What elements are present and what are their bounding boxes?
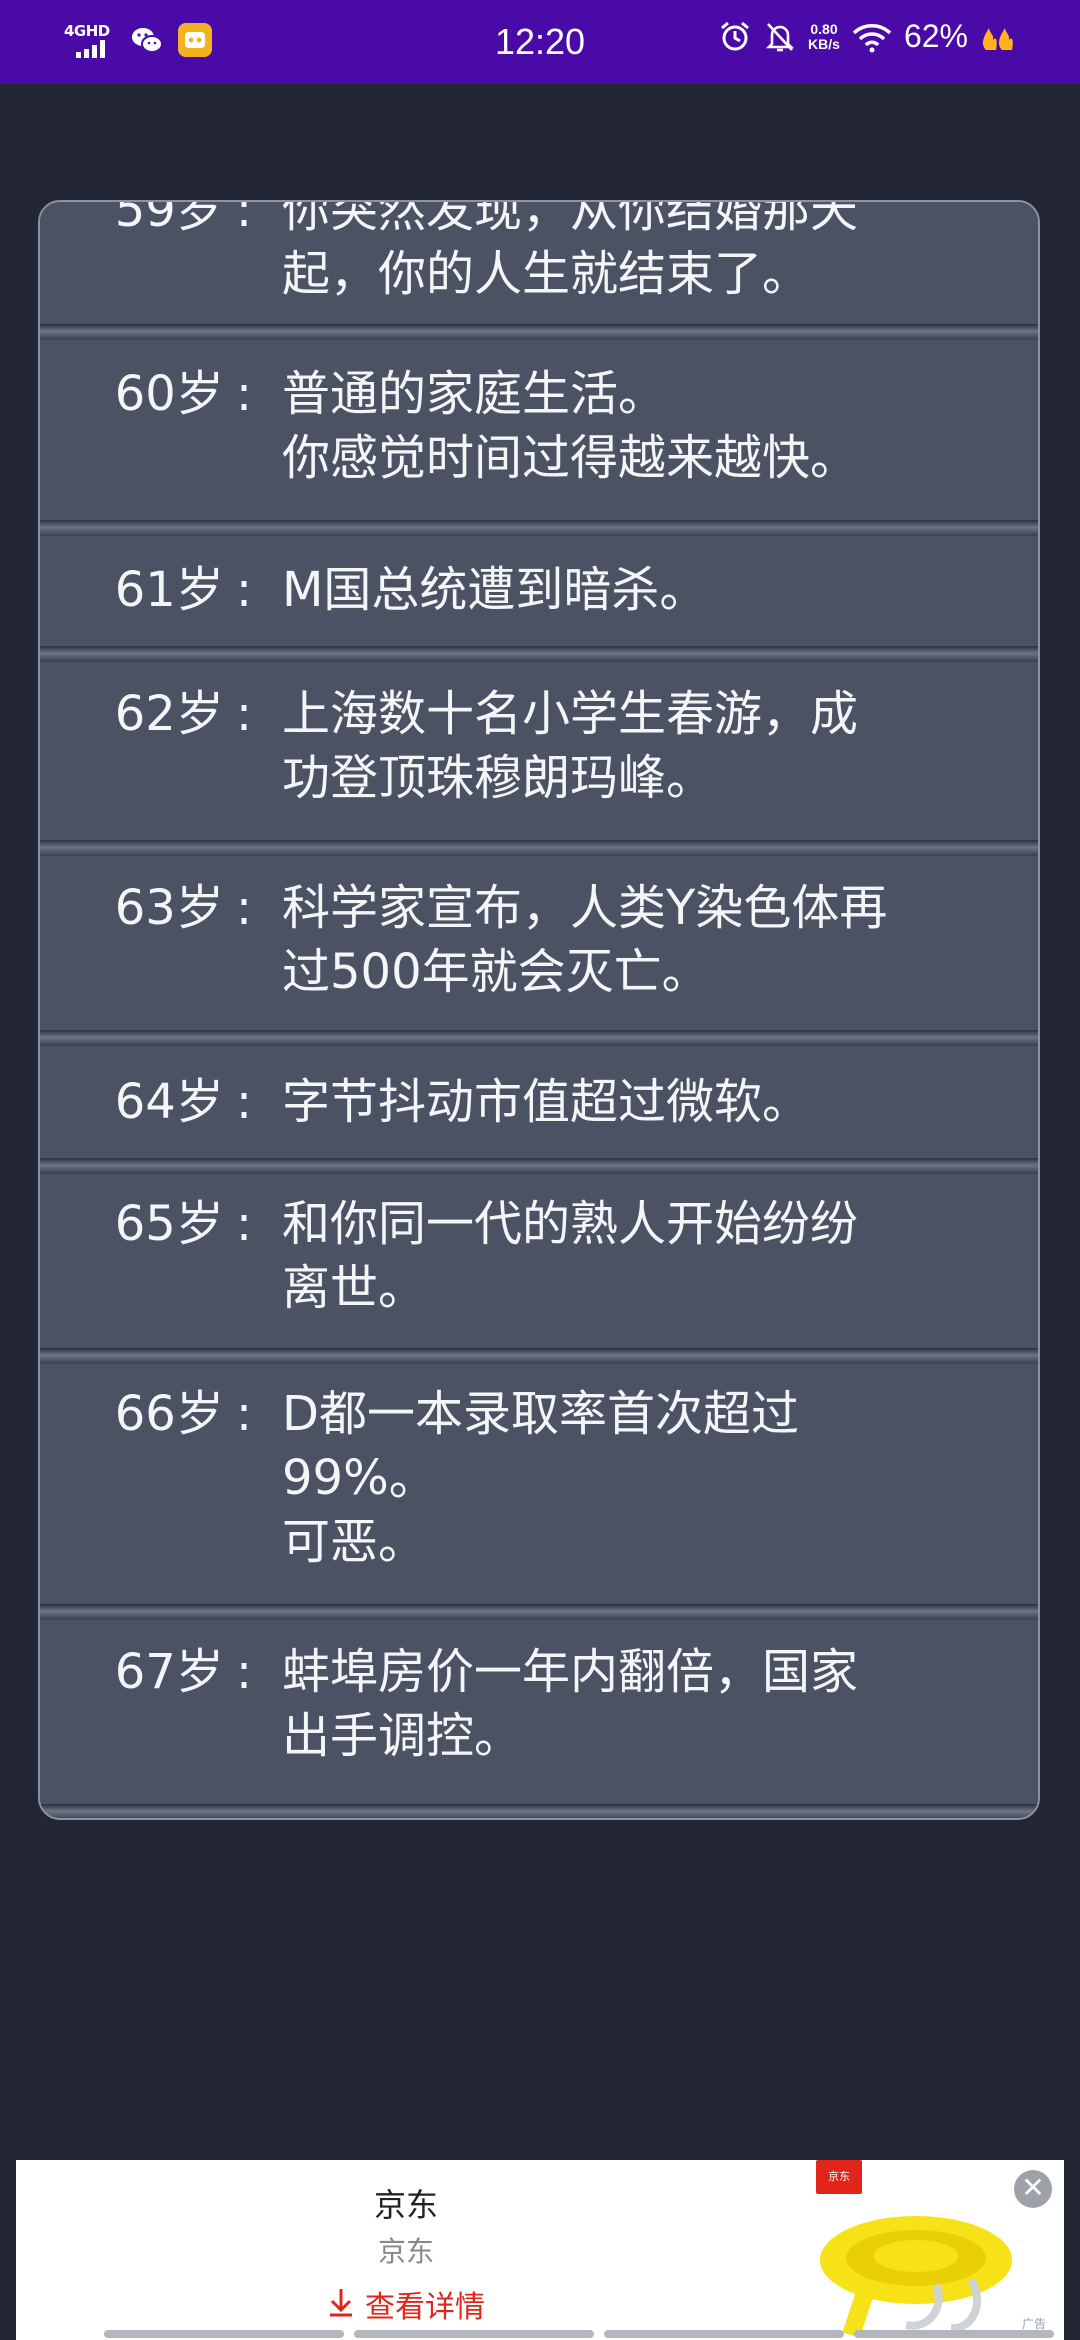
- flame-icon: [982, 27, 1013, 50]
- silent-mode-icon: [765, 22, 795, 51]
- ad-subtitle: 京东: [377, 2235, 434, 2268]
- entry-age-colon: :: [235, 200, 252, 238]
- entry-age: 65岁:: [40, 1192, 252, 1256]
- ad-close-button[interactable]: ✕: [1014, 2170, 1052, 2208]
- entry-age-label: 60岁: [114, 366, 224, 422]
- indicator-segment: [104, 2330, 344, 2338]
- speed-value: 0.80: [810, 20, 838, 37]
- indicator-segment: [354, 2330, 594, 2338]
- entry-text: 普通的家庭生活。 你感觉时间过得越来越快。: [282, 366, 859, 486]
- timeline-entry: 67岁: 蚌埠房价一年内翻倍，国家 出手调控。: [40, 1620, 1038, 1818]
- timeline-entry: 64岁: 字节抖动市值超过微软。: [40, 1046, 1038, 1174]
- entry-age-colon: :: [235, 1644, 252, 1700]
- entry-age-colon: :: [235, 880, 252, 936]
- timeline-entry: 65岁: 和你同一代的熟人开始纷纷 离世。: [40, 1174, 1038, 1364]
- entry-text: 字节抖动市值超过微软。: [282, 1074, 811, 1130]
- ad-carousel-indicator: [104, 2330, 1080, 2338]
- entry-age-colon: :: [235, 1386, 252, 1442]
- timeline-entry: 63岁: 科学家宣布，人类Y染色体再 过500年就会灭亡。: [40, 856, 1038, 1046]
- ad-title: 京东: [373, 2186, 438, 2224]
- entry-age-label: 65岁: [114, 1196, 224, 1252]
- entry-text: 科学家宣布，人类Y染色体再 过500年就会灭亡。: [282, 880, 888, 1000]
- network-speed: 0.80 KB/s: [808, 20, 840, 52]
- battery-level: 62%: [903, 18, 968, 54]
- entry-age-label: 66岁: [114, 1386, 224, 1442]
- wifi-icon: [852, 23, 892, 52]
- entry-age: 59岁:: [40, 200, 252, 242]
- entry-age: 67岁:: [40, 1640, 252, 1704]
- ad-view-details-button[interactable]: 查看详情: [16, 2282, 796, 2326]
- entry-age-colon: :: [235, 1196, 252, 1252]
- entry-text: 和你同一代的熟人开始纷纷 离世。: [282, 1196, 859, 1316]
- ad-close-label: ✕: [1021, 2171, 1045, 2204]
- entry-text: D都一本录取率首次超过 99%。 可恶。: [282, 1386, 799, 1570]
- entry-age-label: 64岁: [114, 1074, 224, 1130]
- ad-cta-label: 查看详情: [365, 2290, 485, 2325]
- alarm-clock-icon: [721, 21, 750, 50]
- timeline-entry: 62岁: 上海数十名小学生春游，成 功登顶珠穆朗玛峰。: [40, 662, 1038, 856]
- status-right: 0.80 KB/s 62%: [718, 18, 1022, 55]
- entry-age: 62岁:: [40, 682, 252, 746]
- entry-age: 64岁:: [40, 1070, 252, 1134]
- entry-age-colon: :: [235, 562, 252, 618]
- entry-text: 蚌埠房价一年内翻倍，国家 出手调控。: [282, 1644, 859, 1764]
- entry-age-colon: :: [235, 686, 252, 742]
- entry-age: 66岁:: [40, 1382, 252, 1446]
- entry-age-label: 67岁: [114, 1644, 224, 1700]
- timeline-entry: 60岁: 普通的家庭生活。 你感觉时间过得越来越快。: [40, 340, 1038, 536]
- entry-age: 63岁:: [40, 876, 252, 940]
- indicator-segment: [604, 2330, 844, 2338]
- entry-age-label: 61岁: [114, 562, 224, 618]
- entry-text: 你突然发现，从你结婚那天 起，你的人生就结束了。: [282, 200, 859, 302]
- indicator-segment: [854, 2330, 1054, 2338]
- entry-age: 61岁:: [40, 558, 252, 622]
- timeline-entry: 59岁: 你突然发现，从你结婚那天 起，你的人生就结束了。: [40, 200, 1038, 340]
- entry-age-label: 63岁: [114, 880, 224, 936]
- entry-age-label: 62岁: [114, 686, 224, 742]
- entry-text: M国总统遭到暗杀。: [282, 562, 708, 618]
- entry-age-colon: :: [235, 366, 252, 422]
- download-arrow-icon: [330, 2289, 352, 2317]
- entry-age-label: 59岁: [114, 200, 224, 238]
- entry-text: 上海数十名小学生春游，成 功登顶珠穆朗玛峰。: [282, 686, 859, 806]
- entry-age-colon: :: [235, 1074, 252, 1130]
- timeline-entry: 66岁: D都一本录取率首次超过 99%。 可恶。: [40, 1364, 1038, 1620]
- life-timeline-panel[interactable]: 59岁: 你突然发现，从你结婚那天 起，你的人生就结束了。 60岁: 普通的家庭…: [38, 200, 1040, 1820]
- entry-age: 60岁:: [40, 362, 252, 426]
- ad-banner[interactable]: 京东 京东 查看详情 京东 ✕ 广告: [16, 2160, 1064, 2340]
- status-bar: 4GHD 12:20 0.80 KB/s 62%: [0, 0, 1080, 84]
- timeline-entry: 61岁: M国总统遭到暗杀。: [40, 536, 1038, 662]
- tow-strap-product-image: [820, 2216, 1012, 2338]
- speed-unit: KB/s: [808, 35, 840, 52]
